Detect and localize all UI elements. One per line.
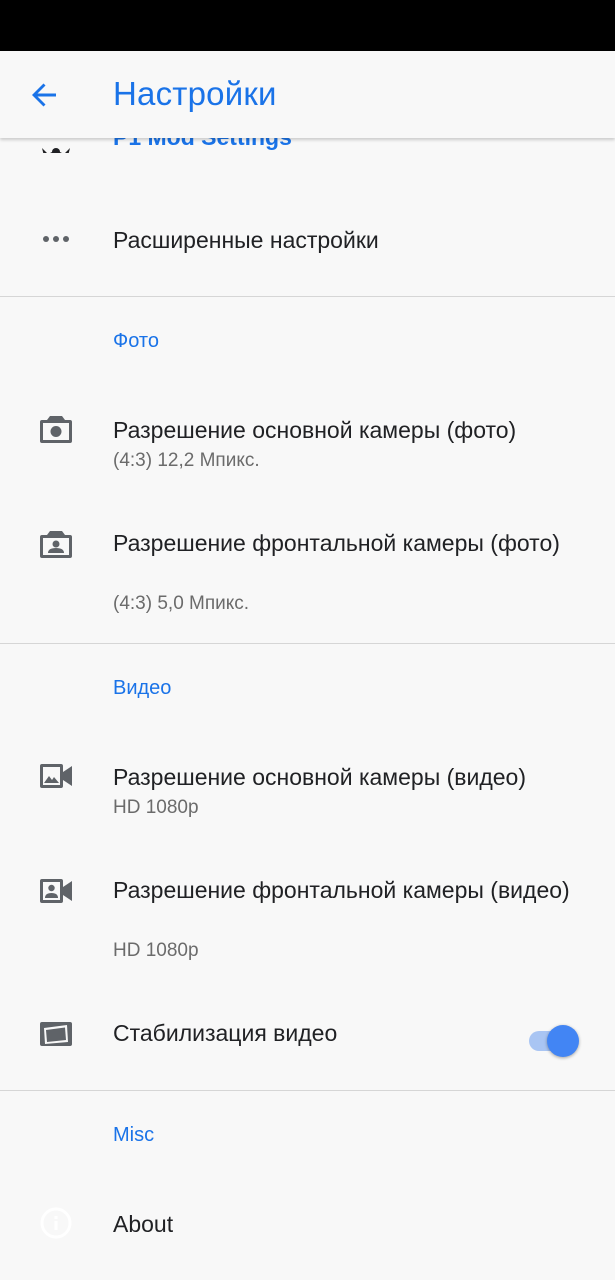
toggle-thumb [547, 1025, 579, 1057]
divider [0, 296, 615, 297]
list-item-about[interactable]: About [0, 1185, 615, 1265]
main-camera-photo-title: Разрешение основной камеры (фото) [113, 417, 517, 443]
back-button[interactable] [22, 73, 66, 117]
front-camera-icon [38, 526, 74, 562]
front-video-camera-icon [38, 873, 74, 909]
front-camera-video-summary: HD 1080p [113, 940, 199, 961]
video-stabilization-title: Стабилизация видео [113, 1020, 338, 1046]
front-camera-photo-summary: (4:3) 5,0 Мпикс. [113, 593, 250, 614]
arrow-back-icon [32, 83, 56, 107]
front-camera-photo-title: Разрешение фронтальной камеры (фото) [113, 530, 560, 556]
divider [0, 643, 615, 644]
list-item-main-camera-photo-resolution[interactable]: Разрешение основной камеры (фото) (4:3) … [0, 395, 615, 485]
video-stabilization-toggle[interactable] [527, 1025, 579, 1057]
list-item-front-camera-photo-resolution[interactable]: Разрешение фронтальной камеры (фото) (4:… [0, 510, 615, 630]
front-camera-video-title: Разрешение фронтальной камеры (видео) [113, 877, 570, 903]
app-bar: Настройки [0, 51, 615, 138]
main-camera-photo-summary: (4:3) 12,2 Мпикс. [113, 450, 260, 471]
main-camera-video-title: Разрешение основной камеры (видео) [113, 764, 527, 790]
list-item-advanced-settings[interactable]: Расширенные настройки [0, 195, 615, 285]
list-item-main-camera-video-resolution[interactable]: Разрешение основной камеры (видео) HD 10… [0, 742, 615, 832]
camera-icon [38, 411, 74, 447]
stabilization-icon [38, 1016, 74, 1052]
video-camera-icon [38, 758, 74, 794]
more-horiz-icon [38, 221, 74, 257]
advanced-settings-title: Расширенные настройки [113, 227, 379, 253]
page-title: Настройки [113, 75, 277, 112]
category-misc: Misc [113, 1124, 155, 1146]
divider [0, 1090, 615, 1091]
category-photo: Фото [113, 330, 159, 352]
info-icon [38, 1205, 74, 1241]
settings-list[interactable]: P1 Mod Settings Расширенные настройки Фо… [0, 0, 615, 1280]
list-item-front-camera-video-resolution[interactable]: Разрешение фронтальной камеры (видео) HD… [0, 857, 615, 977]
list-item-video-stabilization[interactable]: Стабилизация видео [0, 1000, 615, 1080]
main-camera-video-summary: HD 1080p [113, 797, 199, 818]
category-video: Видео [113, 677, 172, 699]
about-title: About [113, 1211, 174, 1237]
